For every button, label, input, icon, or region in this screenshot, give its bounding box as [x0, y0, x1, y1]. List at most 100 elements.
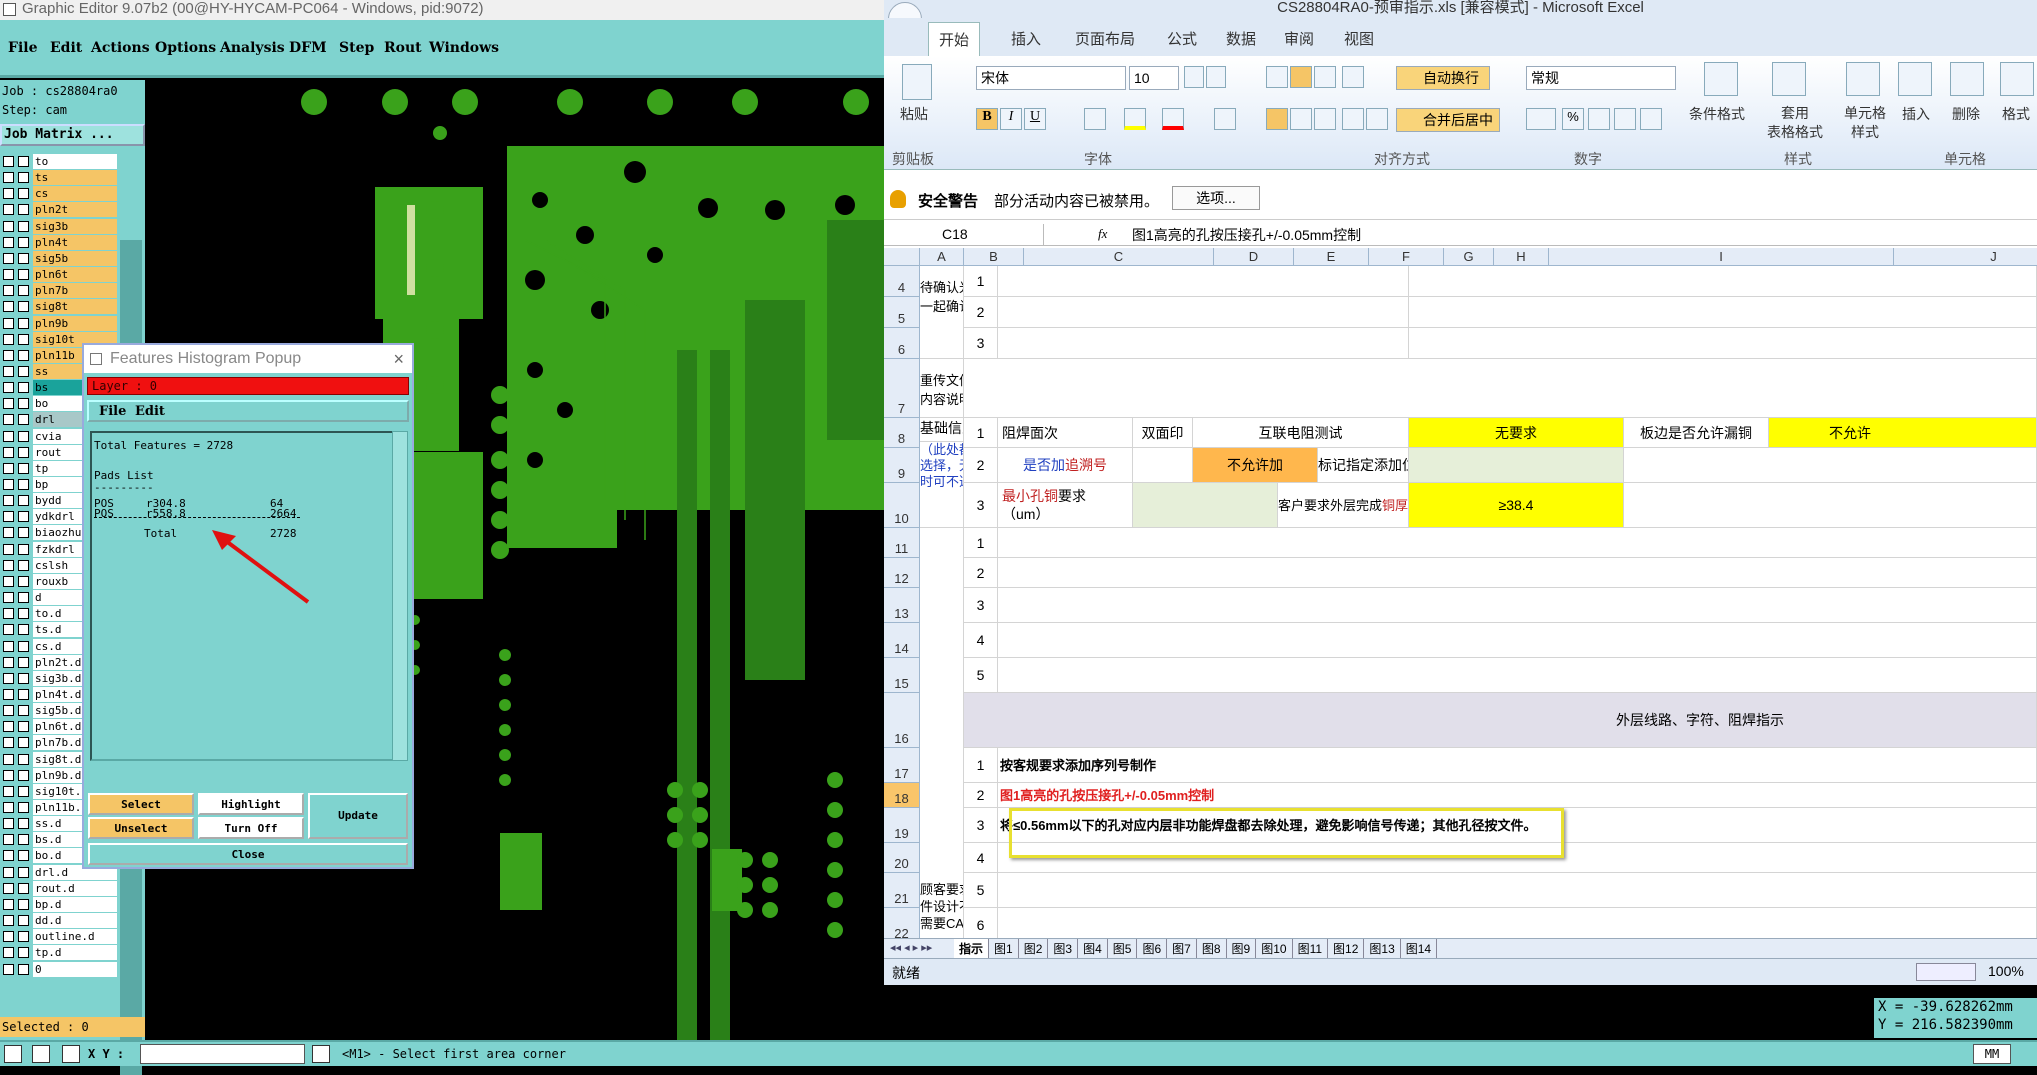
layer-checkbox[interactable]	[3, 802, 14, 813]
layer-checkbox[interactable]	[3, 785, 14, 797]
layer-checkbox[interactable]	[3, 656, 14, 668]
tab-page-layout[interactable]: 页面布局	[1075, 28, 1135, 49]
layer-row[interactable]: pln4t	[0, 234, 118, 250]
cell-blank[interactable]	[998, 328, 1409, 359]
cell-style-label[interactable]: 单元格 样式	[1830, 104, 1900, 142]
layer-affected-checkbox[interactable]	[18, 188, 29, 200]
sheet-tab[interactable]: 图9	[1227, 939, 1257, 958]
layer-affected-checkbox[interactable]	[18, 204, 29, 216]
close-icon[interactable]: ×	[393, 345, 404, 373]
pointer-icon[interactable]	[32, 1045, 50, 1063]
popup-menu-file[interactable]: File	[99, 404, 126, 419]
row-header[interactable]: 14	[884, 623, 920, 658]
cell-a22[interactable]: 顾客要求与文 件设计不一致 需要CAM更	[920, 873, 964, 938]
layer-checkbox[interactable]	[3, 592, 14, 604]
cell-c8[interactable]: 阻焊面次	[998, 418, 1133, 448]
layer-name[interactable]: outline.d	[33, 929, 117, 945]
layer-affected-checkbox[interactable]	[18, 882, 29, 894]
cell-blank[interactable]	[998, 623, 2037, 658]
row-header[interactable]: 12	[884, 558, 920, 588]
cell-b15[interactable]: 5	[964, 658, 998, 693]
layer-row[interactable]: bp.d	[0, 896, 118, 912]
currency-icon[interactable]	[1526, 108, 1556, 130]
delete-cells-icon[interactable]	[1950, 62, 1984, 96]
sheet-tab[interactable]: 图5	[1108, 939, 1138, 958]
decrease-decimal-icon[interactable]	[1640, 108, 1662, 130]
select-button[interactable]: Select	[88, 793, 194, 815]
layer-name[interactable]: pln9b	[33, 315, 117, 331]
layer-affected-checkbox[interactable]	[18, 898, 29, 910]
cell-blank[interactable]	[998, 908, 2037, 938]
sheet-tab[interactable]: 图8	[1197, 939, 1227, 958]
layer-affected-checkbox[interactable]	[18, 527, 29, 539]
font-name-select[interactable]: 宋体	[976, 66, 1126, 90]
cell-blank[interactable]	[998, 297, 1409, 328]
layer-affected-checkbox[interactable]	[18, 430, 29, 442]
layer-checkbox[interactable]	[3, 559, 14, 571]
layer-checkbox[interactable]	[3, 317, 14, 329]
layer-affected-checkbox[interactable]	[18, 705, 29, 717]
layer-checkbox[interactable]	[3, 688, 14, 700]
cell-b14[interactable]: 4	[964, 623, 998, 658]
sheet-tab[interactable]: 图13	[1364, 939, 1401, 958]
sheet-tab[interactable]: 图11	[1293, 939, 1329, 958]
tab-review[interactable]: 审阅	[1284, 28, 1314, 49]
cell-c16[interactable]: 外层线路、字符、阻焊指示	[964, 693, 2037, 748]
layer-name[interactable]: sig8t	[33, 299, 117, 315]
cell-a8-note[interactable]: （此处都采用 选择，无要求 时可不选）	[920, 442, 964, 528]
layer-affected-checkbox[interactable]	[18, 414, 29, 426]
unselect-button[interactable]: Unselect	[88, 817, 194, 839]
select-all-corner[interactable]	[884, 248, 920, 266]
grow-font-icon[interactable]	[1184, 66, 1204, 88]
menu-actions[interactable]: Actions	[91, 40, 150, 56]
layer-name[interactable]: pln4t	[33, 234, 117, 250]
row-header[interactable]: 7	[884, 359, 920, 418]
layer-affected-checkbox[interactable]	[18, 511, 29, 523]
column-header[interactable]: H	[1494, 248, 1549, 266]
layer-affected-checkbox[interactable]	[18, 624, 29, 636]
cell-b21[interactable]: 5	[964, 873, 998, 908]
menu-edit[interactable]: Edit	[50, 40, 82, 56]
cell-a4[interactable]: 待确认光绘时 一起确认问题	[920, 266, 964, 359]
layer-affected-checkbox[interactable]	[18, 656, 29, 668]
cell-b13[interactable]: 3	[964, 588, 998, 623]
layer-checkbox[interactable]	[3, 285, 14, 297]
layer-affected-checkbox[interactable]	[18, 252, 29, 264]
layer-affected-checkbox[interactable]	[18, 236, 29, 248]
security-options-button[interactable]: 选项...	[1172, 186, 1260, 210]
fx-icon[interactable]: fx	[1098, 226, 1107, 242]
bold-button[interactable]: B	[976, 108, 998, 130]
layer-checkbox[interactable]	[3, 640, 14, 652]
cell-d10[interactable]	[1133, 483, 1278, 528]
row-header[interactable]: 16	[884, 693, 920, 748]
cell-f10[interactable]: 客户要求外层完成铜厚（um）	[1278, 483, 1409, 528]
layer-checkbox[interactable]	[3, 915, 14, 927]
align-bottom-icon[interactable]	[1314, 66, 1336, 88]
cell-j9[interactable]	[1624, 448, 2037, 483]
cell-f8[interactable]: 互联电阻测试	[1193, 418, 1409, 448]
cell-blank[interactable]	[998, 266, 1409, 297]
layer-checkbox[interactable]	[3, 608, 14, 620]
tab-data[interactable]: 数据	[1226, 28, 1256, 49]
cell-a8[interactable]: 基础信息	[920, 418, 964, 442]
cell-blank[interactable]	[998, 658, 2037, 693]
layer-checkbox[interactable]	[3, 269, 14, 281]
cell-blank[interactable]	[1409, 266, 2037, 297]
cell-blank[interactable]	[998, 588, 2037, 623]
menu-step[interactable]: Step	[339, 40, 374, 56]
cell-d9[interactable]	[1133, 448, 1193, 483]
row-header[interactable]: 8	[884, 418, 920, 448]
table-format-icon[interactable]	[1772, 62, 1806, 96]
layer-affected-checkbox[interactable]	[18, 543, 29, 555]
layer-checkbox[interactable]	[3, 462, 14, 474]
cell-j10[interactable]	[1624, 483, 2037, 528]
cell-blank[interactable]	[998, 873, 2037, 908]
layer-checkbox[interactable]	[3, 446, 14, 458]
layer-affected-checkbox[interactable]	[18, 963, 29, 975]
column-header[interactable]: C	[1024, 248, 1214, 266]
conditional-format-label[interactable]: 条件格式	[1689, 104, 1745, 124]
insert-cells-label[interactable]: 插入	[1902, 104, 1930, 124]
layer-checkbox[interactable]	[3, 349, 14, 361]
layer-name[interactable]: tp.d	[33, 945, 117, 961]
cell-d8[interactable]: 双面印	[1133, 418, 1193, 448]
